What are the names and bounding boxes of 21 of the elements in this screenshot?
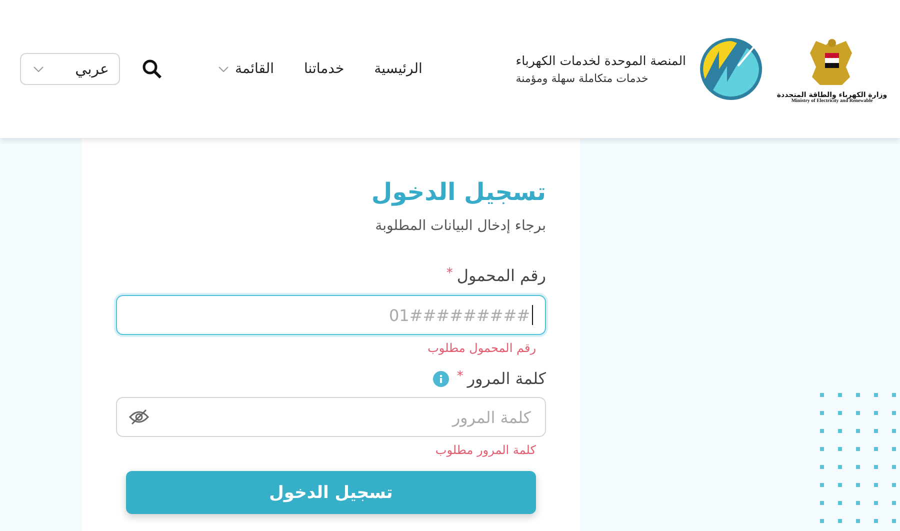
nav-link[interactable]: خدماتنا [304,61,344,77]
error-message: كلمة المرور مطلوب [434,443,536,457]
menu-dropdown[interactable]: القائمة [218,61,274,77]
field-label: رقم المحمول [456,266,546,285]
login-title: تسجيل الدخول [370,178,546,206]
platform-tagline: خدمات متكاملة سهلة ومؤمنة [516,72,648,85]
required-mark: * [446,266,453,281]
password-box[interactable]: كلمة المرور [116,397,546,437]
lightning-logo [698,36,764,102]
chevron-icon [218,66,229,72]
chevron-icon [33,66,44,72]
nav-link[interactable]: الرئيسية [374,61,422,77]
search-icon[interactable] [142,59,162,79]
platform-title: المنصة الموحدة لخدمات الكهرباء [516,53,686,68]
error-message: رقم المحمول مطلوب [426,341,536,355]
password-field[interactable]: كلمة المرور [149,398,533,436]
field-label: كلمة المرور [467,369,546,388]
required-mark: * [456,369,464,384]
login-subtitle: برجاء إدخال البيانات المطلوبة [374,218,546,234]
eye-off-icon[interactable] [129,409,149,425]
language-select[interactable]: عربي [20,53,120,85]
